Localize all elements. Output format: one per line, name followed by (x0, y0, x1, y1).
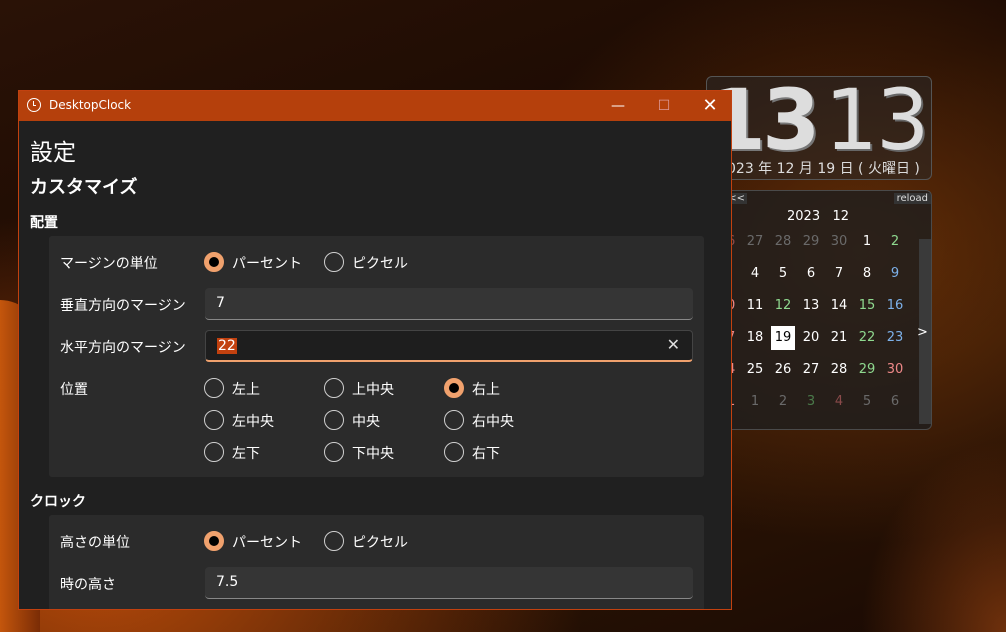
minimize-button[interactable]: — (595, 91, 641, 121)
position-radio[interactable] (444, 378, 464, 398)
calendar-day: 1 (862, 234, 872, 249)
vertical-margin-value: 7 (216, 295, 225, 311)
calendar-day: 29 (802, 234, 820, 249)
calendar-day: 13 (802, 298, 820, 313)
margin-unit-percent-radio[interactable] (204, 252, 224, 272)
calendar-day: 30 (830, 234, 848, 249)
clock-widget: 13 13 2023 年 12 月 19 日 ( 火曜日 ) (706, 71, 932, 180)
calendar-day: 22 (858, 330, 876, 345)
position-radio-label[interactable]: 左中央 (232, 411, 274, 431)
calendar-day: 26 (774, 362, 792, 377)
calendar-day: 28 (830, 362, 848, 377)
calendar-day: 20 (802, 330, 820, 345)
height-unit-pixel-label[interactable]: ピクセル (352, 532, 408, 552)
position-radio-label[interactable]: 左上 (232, 379, 260, 399)
calendar-day: 5 (862, 394, 872, 409)
position-radio-label[interactable]: 下中央 (352, 443, 394, 463)
calendar-day: 21 (830, 330, 848, 345)
clock-minute: 13 (824, 71, 930, 169)
calendar-day: 27 (802, 362, 820, 377)
position-radio-label[interactable]: 上中央 (352, 379, 394, 399)
horizontal-margin-value: 22 (217, 338, 237, 354)
wallpaper-glow (860, 440, 1006, 632)
position-radio[interactable] (324, 378, 344, 398)
height-unit-pixel-radio[interactable] (324, 531, 344, 551)
settings-content: 設定 カスタマイズ 配置 マージンの単位 パーセント ピクセル 垂直方向のマージ… (19, 121, 731, 610)
calendar-day: 3 (806, 394, 816, 409)
position-radio[interactable] (324, 410, 344, 430)
close-button[interactable]: ✕ (687, 91, 731, 121)
calendar-year: 2023 (787, 209, 821, 224)
calendar-day: 9 (890, 266, 900, 281)
clear-icon[interactable]: ✕ (667, 335, 680, 354)
calendar-year-month: 2023 12 (787, 209, 849, 224)
margin-unit-label: マージンの単位 (60, 256, 158, 272)
height-unit-percent-label[interactable]: パーセント (232, 532, 302, 552)
calendar-day: 1 (750, 394, 760, 409)
calendar-day: 4 (834, 394, 844, 409)
position-radio[interactable] (204, 378, 224, 398)
position-label: 位置 (60, 382, 88, 398)
margin-unit-pixel-radio[interactable] (324, 252, 344, 272)
layout-heading: 配置 (30, 215, 58, 231)
vertical-margin-label: 垂直方向のマージン (60, 298, 186, 314)
calendar-day: 8 (862, 266, 872, 281)
calendar-day: 2 (890, 234, 900, 249)
position-radio-label[interactable]: 中央 (352, 411, 380, 431)
margin-unit-pixel-label[interactable]: ピクセル (352, 253, 408, 273)
calendar-day: 2 (778, 394, 788, 409)
vertical-margin-input[interactable]: 7 (205, 288, 693, 320)
horizontal-margin-label: 水平方向のマージン (60, 340, 186, 356)
page-title: 設定 (30, 140, 76, 166)
position-radio[interactable] (204, 410, 224, 430)
position-radio-label[interactable]: 右下 (472, 443, 500, 463)
window-title: DesktopClock (49, 98, 132, 112)
next-input-partial[interactable] (205, 609, 693, 610)
calendar-widget: << reload 2023 12 > 26272829301234567891… (706, 190, 932, 430)
calendar-day: 14 (830, 298, 848, 313)
maximize-button[interactable]: ☐ (641, 91, 687, 121)
calendar-day: 23 (886, 330, 904, 345)
calendar-day-today: 19 (771, 326, 795, 350)
calendar-day: 15 (858, 298, 876, 313)
calendar-day: 18 (746, 330, 764, 345)
calendar-day: 7 (834, 266, 844, 281)
calendar-reload-button[interactable]: reload (893, 193, 931, 204)
calendar-day: 12 (774, 298, 792, 313)
height-unit-percent-radio[interactable] (204, 531, 224, 551)
horizontal-margin-input[interactable]: 22 ✕ (205, 330, 693, 362)
calendar-day: 6 (806, 266, 816, 281)
calendar-next-button[interactable]: > (917, 325, 928, 340)
calendar-day: 5 (778, 266, 788, 281)
calendar-day: 4 (750, 266, 760, 281)
clock-heading: クロック (30, 494, 86, 510)
calendar-day: 27 (746, 234, 764, 249)
hour-height-label: 時の高さ (60, 577, 116, 593)
calendar-day: 11 (746, 298, 764, 313)
position-radio[interactable] (324, 442, 344, 462)
height-unit-label: 高さの単位 (60, 535, 130, 551)
position-radio-label[interactable]: 右中央 (472, 411, 514, 431)
hour-height-input[interactable]: 7.5 (205, 567, 693, 599)
settings-window: DesktopClock — ☐ ✕ 設定 カスタマイズ 配置 マージンの単位 … (18, 90, 732, 610)
position-radio[interactable] (204, 442, 224, 462)
page-subtitle: カスタマイズ (30, 177, 138, 198)
position-radio-label[interactable]: 左下 (232, 443, 260, 463)
calendar-day: 28 (774, 234, 792, 249)
position-radio[interactable] (444, 442, 464, 462)
margin-unit-percent-label[interactable]: パーセント (232, 253, 302, 273)
calendar-day: 29 (858, 362, 876, 377)
calendar-day: 16 (886, 298, 904, 313)
clock-icon (27, 98, 41, 112)
position-radio-label[interactable]: 右上 (472, 379, 500, 399)
hour-height-value: 7.5 (216, 574, 239, 590)
title-bar[interactable]: DesktopClock — ☐ ✕ (19, 91, 731, 121)
calendar-month: 12 (832, 209, 850, 224)
position-radio[interactable] (444, 410, 464, 430)
calendar-day: 30 (886, 362, 904, 377)
calendar-day: 25 (746, 362, 764, 377)
clock-date: 2023 年 12 月 19 日 ( 火曜日 ) (718, 161, 920, 177)
calendar-day: 6 (890, 394, 900, 409)
